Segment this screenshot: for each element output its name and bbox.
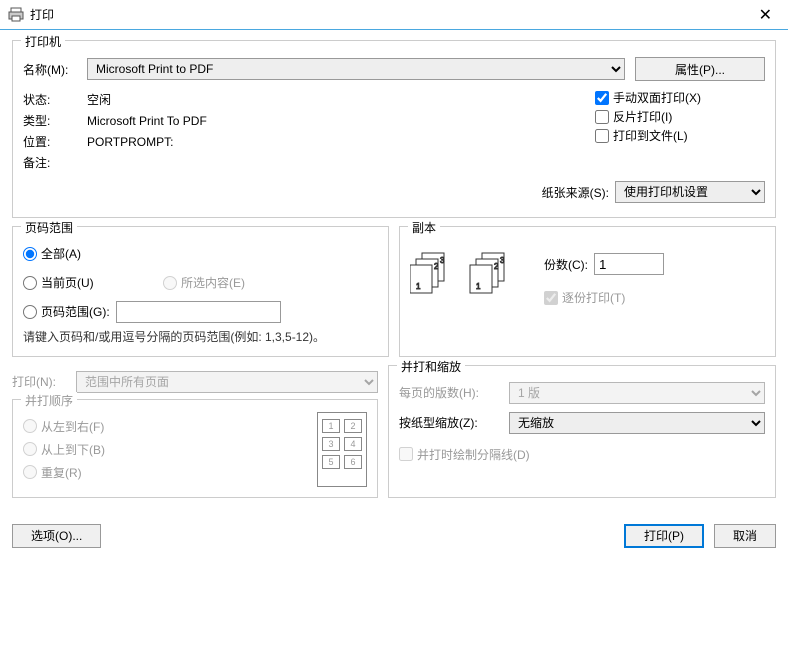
print-what-select: 范围中所有页面 — [76, 371, 378, 393]
svg-text:1: 1 — [416, 282, 421, 291]
order-legend: 并打顺序 — [21, 392, 77, 409]
printer-icon — [8, 7, 24, 23]
range-legend: 页码范围 — [21, 219, 77, 236]
location-label: 位置: — [23, 133, 87, 150]
radio-all[interactable]: 全部(A) — [23, 245, 378, 262]
svg-text:2: 2 — [494, 262, 499, 271]
radio-current[interactable]: 当前页(U) — [23, 274, 163, 291]
collate-checkbox: 逐份打印(T) — [544, 289, 664, 306]
reverse-checkbox[interactable]: 反片打印(I) — [595, 108, 765, 125]
status-label: 状态: — [23, 91, 87, 108]
radio-ltr: 从左到右(F) — [23, 418, 317, 435]
border-checkbox: 并打时绘制分隔线(D) — [399, 446, 765, 463]
copies-group: 副本 3 2 1 3 2 1 — [399, 226, 776, 357]
svg-text:3: 3 — [440, 256, 445, 265]
pps-label: 每页的版数(H): — [399, 384, 509, 401]
close-button[interactable]: ✕ — [751, 5, 780, 25]
titlebar: 打印 ✕ — [0, 0, 788, 30]
status-value: 空闲 — [87, 91, 111, 108]
radio-ttb: 从上到下(B) — [23, 441, 317, 458]
copies-legend: 副本 — [408, 219, 440, 236]
copies-input[interactable] — [594, 253, 664, 275]
scale-legend: 并打和缩放 — [397, 358, 465, 375]
page-range-group: 页码范围 全部(A) 当前页(U) 所选内容(E) 页码范围(G): 请键入页码… — [12, 226, 389, 357]
type-value: Microsoft Print To PDF — [87, 114, 207, 128]
print-button[interactable]: 打印(P) — [624, 524, 704, 548]
radio-selection: 所选内容(E) — [163, 274, 245, 291]
paper-source-select[interactable]: 使用打印机设置 — [615, 181, 765, 203]
comment-label: 备注: — [23, 154, 87, 171]
bottom-bar: 选项(O)... 打印(P) 取消 — [0, 516, 788, 556]
copies-label: 份数(C): — [544, 256, 588, 273]
scale-group: 并打和缩放 每页的版数(H): 1 版 按纸型缩放(Z): 无缩放 并打时绘制分… — [388, 365, 776, 498]
order-preview-icon: 12 34 56 — [317, 412, 367, 487]
printer-group: 打印机 名称(M): Microsoft Print to PDF 属性(P).… — [12, 40, 776, 218]
cancel-button[interactable]: 取消 — [714, 524, 776, 548]
range-hint: 请键入页码和/或用逗号分隔的页码范围(例如: 1,3,5-12)。 — [23, 330, 378, 346]
scale-select[interactable]: 无缩放 — [509, 412, 765, 434]
collate-diagram-icon: 3 2 1 3 2 1 — [410, 249, 520, 299]
properties-button[interactable]: 属性(P)... — [635, 57, 765, 81]
printer-legend: 打印机 — [21, 33, 65, 50]
pages-input[interactable] — [116, 301, 281, 323]
window-title: 打印 — [30, 6, 751, 23]
location-value: PORTPROMPT: — [87, 135, 173, 149]
type-label: 类型: — [23, 112, 87, 129]
duplex-checkbox[interactable]: 手动双面打印(X) — [595, 89, 765, 106]
print-what-label: 打印(N): — [12, 373, 76, 390]
scale-label: 按纸型缩放(Z): — [399, 414, 509, 431]
svg-text:2: 2 — [434, 262, 439, 271]
pps-select: 1 版 — [509, 382, 765, 404]
tofile-checkbox[interactable]: 打印到文件(L) — [595, 127, 765, 144]
svg-text:1: 1 — [476, 282, 481, 291]
paper-source-label: 纸张来源(S): — [542, 184, 609, 201]
svg-text:3: 3 — [500, 256, 505, 265]
order-group: 并打顺序 从左到右(F) 从上到下(B) 重复(R) 12 34 56 — [12, 399, 378, 498]
options-button[interactable]: 选项(O)... — [12, 524, 101, 548]
radio-pages[interactable]: 页码范围(G): — [23, 303, 110, 320]
radio-repeat: 重复(R) — [23, 464, 317, 481]
name-label: 名称(M): — [23, 61, 87, 78]
printer-name-select[interactable]: Microsoft Print to PDF — [87, 58, 625, 80]
